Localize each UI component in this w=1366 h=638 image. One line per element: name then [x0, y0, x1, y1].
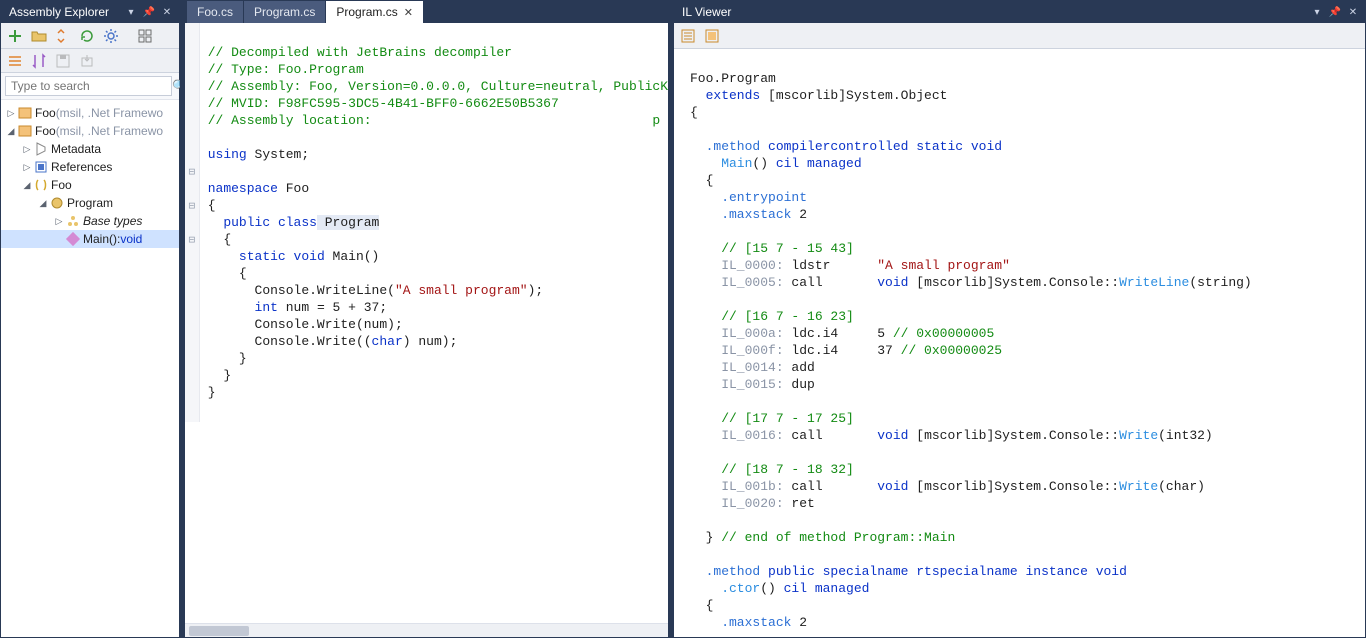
tree-node-assembly[interactable]: ▷ Foo (msil, .Net Framewo [1, 104, 179, 122]
add-icon[interactable] [5, 26, 25, 46]
expand-icon[interactable]: ▷ [5, 108, 17, 119]
tab-program-cs-active[interactable]: Program.cs ✕ [326, 1, 424, 23]
basetypes-icon [65, 213, 81, 229]
refresh-icon[interactable] [77, 26, 97, 46]
grid-icon[interactable] [135, 26, 155, 46]
tree-node-metadata[interactable]: ▷ Metadata [1, 140, 179, 158]
class-icon [49, 195, 65, 211]
tree-node-class[interactable]: ◢ Program [1, 194, 179, 212]
editor-panel: Foo.cs Program.cs Program.cs ✕ ⊟⊟⊟ // De… [184, 0, 669, 638]
il-code-lines: Foo.Program extends [mscorlib]System.Obj… [674, 49, 1365, 637]
assembly-explorer-toolbar2 [1, 49, 179, 73]
tree-node-references[interactable]: ▷ References [1, 158, 179, 176]
close-icon[interactable]: ✕ [1345, 4, 1361, 20]
collapse-icon[interactable]: ◢ [5, 126, 17, 137]
arrows-icon[interactable] [53, 26, 73, 46]
tab-label: Foo.cs [197, 5, 233, 19]
tree-label: Foo [35, 106, 56, 120]
assembly-icon [17, 123, 33, 139]
export-icon[interactable] [77, 51, 97, 71]
tree-label: Foo [35, 124, 56, 138]
editor-gutter: ⊟⊟⊟ [185, 23, 200, 422]
tree-label: Foo [51, 178, 72, 192]
tree-node-assembly[interactable]: ◢ Foo (msil, .Net Framewo [1, 122, 179, 140]
tab-label: Program.cs [336, 5, 397, 19]
code-editor[interactable]: ⊟⊟⊟ // Decompiled with JetBrains decompi… [185, 23, 668, 623]
tab-label: Program.cs [254, 5, 315, 19]
search-input[interactable] [5, 76, 172, 96]
tree-node-namespace[interactable]: ◢ Foo [1, 176, 179, 194]
sort-icon[interactable] [29, 51, 49, 71]
folder-icon[interactable] [29, 26, 49, 46]
pin-icon[interactable]: 📌 [141, 4, 157, 20]
metadata-icon [33, 141, 49, 157]
tree-label: Program [67, 196, 113, 210]
tree-node-basetypes[interactable]: ▷ Base types [1, 212, 179, 230]
il-option1-icon[interactable] [678, 26, 698, 46]
tree-suffix: (msil, .Net Framewo [56, 106, 163, 120]
save-icon[interactable] [53, 51, 73, 71]
il-viewer-title: IL Viewer [682, 5, 1307, 19]
assembly-icon [17, 105, 33, 121]
tree-label: Metadata [51, 142, 101, 156]
editor-tabstrip: Foo.cs Program.cs Program.cs ✕ [185, 1, 668, 23]
tab-program-cs[interactable]: Program.cs [244, 1, 326, 23]
tree-label: Base types [83, 214, 142, 228]
il-option2-icon[interactable] [702, 26, 722, 46]
collapse-icon[interactable]: ◢ [21, 180, 33, 191]
collapse-icon[interactable]: ◢ [37, 198, 49, 209]
tree-label: Main(): [83, 232, 120, 246]
scrollbar-thumb[interactable] [189, 626, 249, 636]
assembly-tree[interactable]: ▷ Foo (msil, .Net Framewo ◢ Foo (msil, .… [1, 100, 179, 637]
collapse-icon[interactable] [5, 51, 25, 71]
il-viewer-toolbar [674, 23, 1365, 49]
tree-node-method[interactable]: Main():void [1, 230, 179, 248]
il-code-editor[interactable]: Foo.Program extends [mscorlib]System.Obj… [674, 49, 1365, 637]
dropdown-icon[interactable]: ▾ [123, 4, 139, 20]
references-icon [33, 159, 49, 175]
code-lines: // Decompiled with JetBrains decompiler … [200, 23, 668, 422]
close-icon[interactable]: ✕ [404, 6, 413, 19]
pin-icon[interactable]: 📌 [1327, 4, 1343, 20]
assembly-explorer-panel: Assembly Explorer ▾ 📌 ✕ 🔍 ▷ Foo (msil, .… [0, 0, 180, 638]
expand-icon[interactable]: ▷ [21, 144, 33, 155]
method-icon [65, 231, 81, 247]
tree-return-type: void [120, 232, 142, 246]
assembly-explorer-toolbar [1, 23, 179, 49]
tab-foo-cs[interactable]: Foo.cs [187, 1, 244, 23]
il-viewer-panel: IL Viewer ▾ 📌 ✕ Foo.Program extends [msc… [673, 0, 1366, 638]
expand-icon[interactable]: ▷ [21, 162, 33, 173]
tree-label: References [51, 160, 112, 174]
expand-icon[interactable]: ▷ [53, 216, 65, 227]
close-icon[interactable]: ✕ [159, 4, 175, 20]
assembly-explorer-title: Assembly Explorer [9, 5, 121, 19]
editor-hscrollbar[interactable] [185, 623, 668, 637]
dropdown-icon[interactable]: ▾ [1309, 4, 1325, 20]
namespace-icon [33, 177, 49, 193]
search-row: 🔍 [1, 73, 179, 100]
tree-suffix: (msil, .Net Framewo [56, 124, 163, 138]
gear-icon[interactable] [101, 26, 121, 46]
il-viewer-header: IL Viewer ▾ 📌 ✕ [674, 1, 1365, 23]
assembly-explorer-header: Assembly Explorer ▾ 📌 ✕ [1, 1, 179, 23]
